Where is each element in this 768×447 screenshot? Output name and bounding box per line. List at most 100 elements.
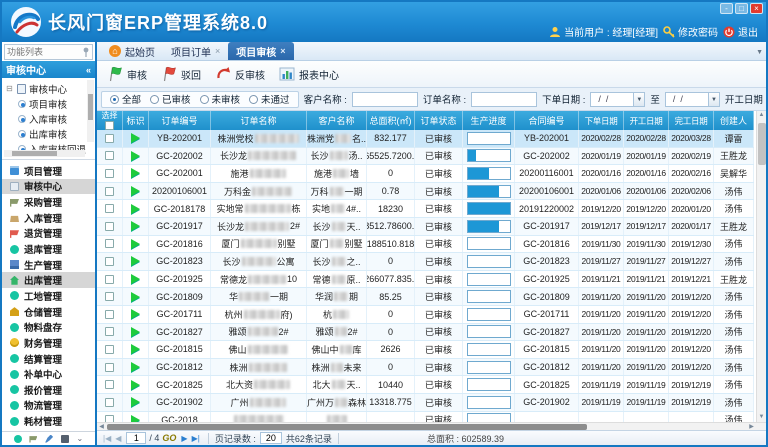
table-row[interactable]: YB-202001 株洲党校 株洲党名.. 832.177 已审核 YB-202… (97, 130, 754, 148)
table-row[interactable]: GC-201809 华一期 华润期 85.25 已审核 GC-201809 20… (97, 288, 754, 306)
sidebar-module-出库管理[interactable]: 出库管理 (2, 272, 95, 288)
row-checkbox[interactable] (105, 169, 114, 178)
sidebar-module-生产管理[interactable]: 生产管理 (2, 257, 95, 273)
page-size-input[interactable] (260, 432, 282, 444)
tree-item-入库审核[interactable]: 入库审核 (6, 111, 87, 126)
row-checkbox[interactable] (105, 380, 114, 389)
row-checkbox[interactable] (105, 310, 114, 319)
sidebar-module-物料盘存[interactable]: 物料盘存 (2, 319, 95, 335)
grid-horizontal-scrollbar[interactable]: ◀ ▶ (97, 422, 766, 430)
sidebar-module-补单中心[interactable]: 补单中心 (2, 366, 95, 382)
toolbar-button-报表中心[interactable]: 报表中心 (279, 66, 339, 82)
row-checkbox[interactable] (105, 398, 114, 407)
sidebar-module-报价管理[interactable]: 报价管理 (2, 382, 95, 398)
col-header-订单名称[interactable]: 订单名称 (211, 111, 307, 130)
sidebar-module-仓储管理[interactable]: 仓储管理 (2, 304, 95, 320)
tab-项目审核[interactable]: 项目审核 × (228, 42, 293, 60)
row-checkbox[interactable] (105, 415, 114, 422)
table-row[interactable]: GC-201823 长沙公寓 长沙之.. 0 已审核 GC-201823 201… (97, 253, 754, 271)
close-button[interactable]: × (750, 3, 763, 14)
tree-expander-icon[interactable]: ⊟ (6, 84, 14, 93)
book-icon[interactable] (61, 435, 69, 443)
sidebar-module-退货管理[interactable]: 退货管理 (2, 226, 95, 242)
row-checkbox[interactable] (105, 239, 114, 248)
row-checkbox[interactable] (105, 204, 114, 213)
sidebar-module-耗材管理[interactable]: 耗材管理 (2, 413, 95, 429)
toolbar-button-审核[interactable]: 审核 (107, 66, 147, 82)
tree-item-出库审核[interactable]: 出库审核 (6, 126, 87, 141)
filter-radio-未审核[interactable]: 未审核 (200, 92, 241, 106)
table-row[interactable]: GC-2018 已审核 汤伟 (97, 412, 754, 423)
sidebar-module-入库管理[interactable]: 入库管理 (2, 210, 95, 226)
col-header-选择[interactable]: 选择 (97, 111, 123, 130)
collapse-icon[interactable]: « (86, 65, 91, 75)
table-row[interactable]: GC-202001 施港 施港墙 0 已审核 20200116001 2020/… (97, 165, 754, 183)
col-header-生产进度[interactable]: 生产进度 (463, 111, 515, 130)
col-header-合同编号[interactable]: 合同编号 (515, 111, 579, 130)
table-row[interactable]: GC-201902 广州 广州万森林 13318.775 已审核 GC-2019… (97, 394, 754, 412)
table-row[interactable]: GC-202002 长沙龙 长沙汤.. 65525.7200.. 已审核 GC-… (97, 148, 754, 166)
next-page-button[interactable]: ▶ (181, 434, 187, 443)
vertical-scroll-thumb[interactable] (758, 123, 766, 165)
row-checkbox[interactable] (105, 363, 114, 372)
minimize-button[interactable]: - (720, 3, 733, 14)
tab-overflow-icon[interactable]: ▼ (756, 49, 763, 56)
tree-vertical-scrollbar[interactable] (87, 80, 94, 142)
table-row[interactable]: GC-201812 株洲 株洲未来 0 已审核 GC-201812 2019/1… (97, 359, 754, 377)
customer-input[interactable] (352, 92, 418, 107)
order-date-input[interactable] (590, 92, 634, 107)
sidebar-module-物流管理[interactable]: 物流管理 (2, 398, 95, 414)
row-checkbox[interactable] (105, 187, 114, 196)
table-row[interactable]: 20200106001 万科金 万科一期 0.78 已审核 2020010600… (97, 183, 754, 201)
pen-icon[interactable] (45, 435, 53, 443)
prev-page-button[interactable]: ◀ (115, 434, 121, 443)
select-all-checkbox[interactable] (105, 121, 114, 130)
sidebar-module-退库管理[interactable]: 退库管理 (2, 241, 95, 257)
tree-item-项目审核[interactable]: 项目审核 (6, 96, 87, 111)
table-row[interactable]: GC-201816 厦门别墅 厦门别墅 188510.818 已审核 GC-20… (97, 236, 754, 254)
table-row[interactable]: GC-2018178 实地常栋 实地4#.. 18230 已审核 2019122… (97, 200, 754, 218)
table-row[interactable]: GC-201925 常德龙10 常德原.. 266077.835.. 已审核 G… (97, 271, 754, 289)
tab-close-icon[interactable]: × (280, 47, 285, 56)
col-header-订单状态[interactable]: 订单状态 (415, 111, 463, 130)
col-header-订单编号[interactable]: 订单编号 (149, 111, 211, 130)
tree-root[interactable]: ⊟ 审核中心 (6, 81, 87, 96)
toolbar-button-驳回[interactable]: 驳回 (161, 66, 201, 82)
grid-vertical-scrollbar[interactable]: ▲ ▼ (756, 111, 766, 422)
tab-close-icon[interactable]: × (215, 47, 220, 56)
row-checkbox[interactable] (105, 275, 114, 284)
pin-icon[interactable] (82, 47, 90, 57)
table-row[interactable]: GC-201917 长沙龙2# 长沙天.. 8512.78600.. 已审核 G… (97, 218, 754, 236)
toolbar-button-反审核[interactable]: 反审核 (215, 66, 265, 82)
change-password-button[interactable]: 修改密码 (663, 24, 718, 39)
sidebar-module-审核中心[interactable]: 审核中心 (2, 179, 95, 195)
dot-icon[interactable] (14, 435, 22, 443)
col-header-客户名称[interactable]: 客户名称 (307, 111, 367, 130)
table-row[interactable]: GC-201825 北大资 北大天.. 10440 已审核 GC-201825 … (97, 376, 754, 394)
go-button[interactable]: GO (162, 433, 176, 443)
cart-icon[interactable] (29, 435, 37, 443)
tree-horizontal-scrollbar[interactable] (4, 150, 85, 157)
col-header-创建人[interactable]: 创建人 (714, 111, 754, 130)
order-name-input[interactable] (471, 92, 537, 107)
col-header-标识[interactable]: 标识 (123, 111, 149, 130)
tab-项目订单[interactable]: 项目订单 × (163, 42, 228, 60)
row-checkbox[interactable] (105, 327, 114, 336)
filter-radio-已审核[interactable]: 已审核 (150, 92, 191, 106)
col-header-总面积(㎡)[interactable]: 总面积(㎡) (367, 111, 415, 130)
search-input[interactable] (5, 47, 82, 57)
col-header-完工日期[interactable]: 完工日期 (669, 111, 714, 130)
table-row[interactable]: GC-201827 雅颂2# 雅颂2# 0 已审核 GC-201827 2019… (97, 324, 754, 342)
chev-icon[interactable]: ⌄ (77, 435, 84, 443)
last-page-button[interactable]: ▶| (192, 434, 200, 443)
row-checkbox[interactable] (105, 345, 114, 354)
tab-起始页[interactable]: ⌂ 起始页 × (101, 42, 163, 60)
logout-button[interactable]: 退出 (723, 24, 758, 39)
maximize-button[interactable]: □ (735, 3, 748, 14)
table-row[interactable]: GC-201711 杭州府) 杭 0 已审核 GC-201711 2019/11… (97, 306, 754, 324)
sidebar-module-采购管理[interactable]: 采购管理 (2, 194, 95, 210)
row-checkbox[interactable] (105, 292, 114, 301)
calendar-dropdown-icon[interactable]: ▼ (709, 92, 720, 107)
sidebar-module-项目管理[interactable]: 项目管理 (2, 163, 95, 179)
page-number-input[interactable] (126, 432, 146, 444)
